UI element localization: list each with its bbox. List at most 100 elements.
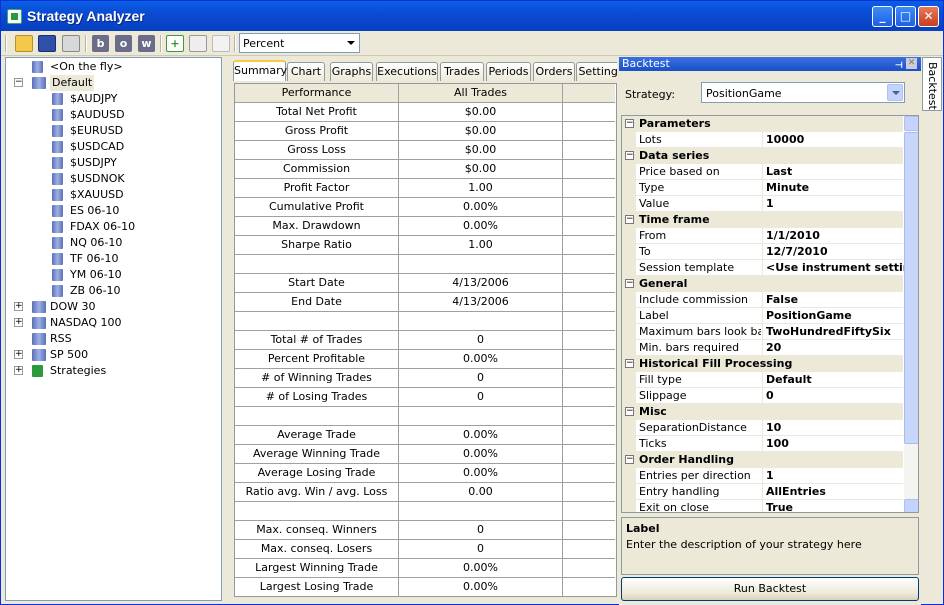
scroll-down-button[interactable] [904,499,918,512]
tab-summary[interactable]: Summary [233,60,287,81]
property-row[interactable]: Value 1 [622,196,903,212]
property-value[interactable]: 1/1/2010 [762,228,904,244]
table-row[interactable]: Average Trade 0.00% [235,426,615,445]
edit-icon[interactable] [189,35,207,52]
property-row[interactable]: From 1/1/2010 [622,228,903,244]
performance-grid[interactable]: Performance All Trades Total Net Profit $… [234,83,617,597]
column-header-all-trades[interactable]: All Trades [399,84,563,102]
tab-chart[interactable]: Chart [287,62,325,81]
strategy-select[interactable]: PositionGame [701,82,905,103]
tab-trades[interactable]: Trades [440,62,484,81]
property-row[interactable]: Exit on close True [622,500,904,512]
collapse-toggle[interactable]: − [625,215,634,224]
property-value[interactable]: 10 [762,420,904,436]
property-value[interactable]: True [762,500,904,512]
table-row[interactable]: Max. conseq. Winners 0 [235,521,615,540]
property-value[interactable]: <Use instrument settings> [762,260,904,276]
property-row[interactable]: Ticks 100 [622,436,903,452]
table-row[interactable]: Commission $0.00 [235,160,615,179]
property-value[interactable]: 12/7/2010 [762,244,904,260]
table-row[interactable]: Largest Losing Trade 0.00% [235,578,615,596]
scroll-up-button[interactable] [904,116,918,131]
property-value[interactable]: Minute [762,180,904,196]
b-icon[interactable]: b [92,35,109,52]
collapse-toggle[interactable]: − [625,279,634,288]
property-value[interactable]: TwoHundredFiftySix [762,324,904,340]
table-row[interactable]: Max. conseq. Losers 0 [235,540,615,559]
property-category[interactable]: − Data series [622,148,903,164]
title-bar[interactable]: Strategy Analyzer _ □ ✕ [1,1,943,31]
table-row[interactable]: Sharpe Ratio 1.00 [235,236,615,255]
tab-periods[interactable]: Periods [486,62,531,81]
collapse-toggle[interactable]: − [14,78,23,87]
collapse-toggle[interactable]: − [625,151,634,160]
property-row[interactable]: Label PositionGame [622,308,903,324]
collapse-toggle[interactable]: − [625,359,634,368]
property-value[interactable]: 10000 [762,132,904,148]
table-row[interactable]: End Date 4/13/2006 [235,293,615,312]
collapse-toggle[interactable]: − [625,455,634,464]
tab-orders[interactable]: Orders [533,62,575,81]
property-value[interactable]: PositionGame [762,308,904,324]
pin-icon[interactable]: ⊣ [895,59,903,73]
table-row[interactable]: Average Losing Trade 0.00% [235,464,615,483]
display-unit-select[interactable]: Percent [239,33,360,53]
table-row[interactable]: Largest Winning Trade 0.00% [235,559,615,578]
table-row[interactable]: Max. Drawdown 0.00% [235,217,615,236]
expand-toggle[interactable]: + [14,318,23,327]
run-backtest-button[interactable]: Run Backtest [621,577,919,601]
table-row[interactable]: Total Net Profit $0.00 [235,103,615,122]
property-value[interactable]: 1 [762,196,904,212]
add-icon[interactable]: + [166,35,184,52]
table-row[interactable] [235,312,615,331]
expand-toggle[interactable]: + [14,366,23,375]
minimize-button[interactable]: _ [872,6,893,27]
table-row[interactable]: Average Winning Trade 0.00% [235,445,615,464]
table-row[interactable]: Start Date 4/13/2006 [235,274,615,293]
tab-graphs[interactable]: Graphs [330,62,373,81]
remove-icon[interactable] [212,35,230,52]
property-category[interactable]: − Time frame [622,212,903,228]
property-value[interactable]: 100 [762,436,904,452]
backtest-side-tab[interactable]: Backtest [922,57,942,111]
property-row[interactable]: To 12/7/2010 [622,244,903,260]
table-row[interactable]: Cumulative Profit 0.00% [235,198,615,217]
property-value[interactable]: 1 [762,468,904,484]
table-row[interactable] [235,502,615,521]
property-row[interactable]: Session template <Use instrument settings… [622,260,904,276]
property-row[interactable]: Entries per direction 1 [622,468,903,484]
property-category[interactable]: − Historical Fill Processing [622,356,903,372]
property-row[interactable]: SeparationDistance 10 [622,420,903,436]
collapse-toggle[interactable]: − [625,119,634,128]
table-row[interactable]: Ratio avg. Win / avg. Loss 0.00 [235,483,615,502]
table-row[interactable]: Gross Profit $0.00 [235,122,615,141]
property-row[interactable]: Include commission False [622,292,903,308]
table-row[interactable]: Profit Factor 1.00 [235,179,615,198]
collapse-toggle[interactable]: − [625,407,634,416]
w-icon[interactable]: w [138,35,155,52]
open-icon[interactable] [15,35,33,52]
property-grid[interactable]: − Parameters Lots 10000− Data series Price ba… [621,115,919,513]
table-row[interactable]: Gross Loss $0.00 [235,141,615,160]
table-row[interactable]: # of Losing Trades 0 [235,388,615,407]
tab-settings[interactable]: Settings [576,62,617,81]
property-value[interactable]: Last [762,164,904,180]
property-category[interactable]: − Order Handling [622,452,903,468]
property-value[interactable]: Default [762,372,904,388]
property-row[interactable]: Lots 10000 [622,132,903,148]
property-scrollbar[interactable] [904,116,918,512]
property-category[interactable]: − Parameters [622,116,903,132]
scroll-thumb[interactable] [904,132,918,444]
table-row[interactable] [235,255,615,274]
property-value[interactable]: 20 [762,340,904,356]
chevron-down-icon[interactable] [887,84,903,101]
expand-toggle[interactable]: + [14,350,23,359]
property-value[interactable]: False [762,292,904,308]
close-icon[interactable]: ✕ [906,58,917,69]
table-row[interactable]: # of Winning Trades 0 [235,369,615,388]
property-row[interactable]: Price based on Last [622,164,903,180]
column-header-performance[interactable]: Performance [235,84,399,102]
table-row[interactable]: Percent Profitable 0.00% [235,350,615,369]
tab-executions[interactable]: Executions [376,62,438,81]
column-header-extra[interactable] [563,84,615,102]
